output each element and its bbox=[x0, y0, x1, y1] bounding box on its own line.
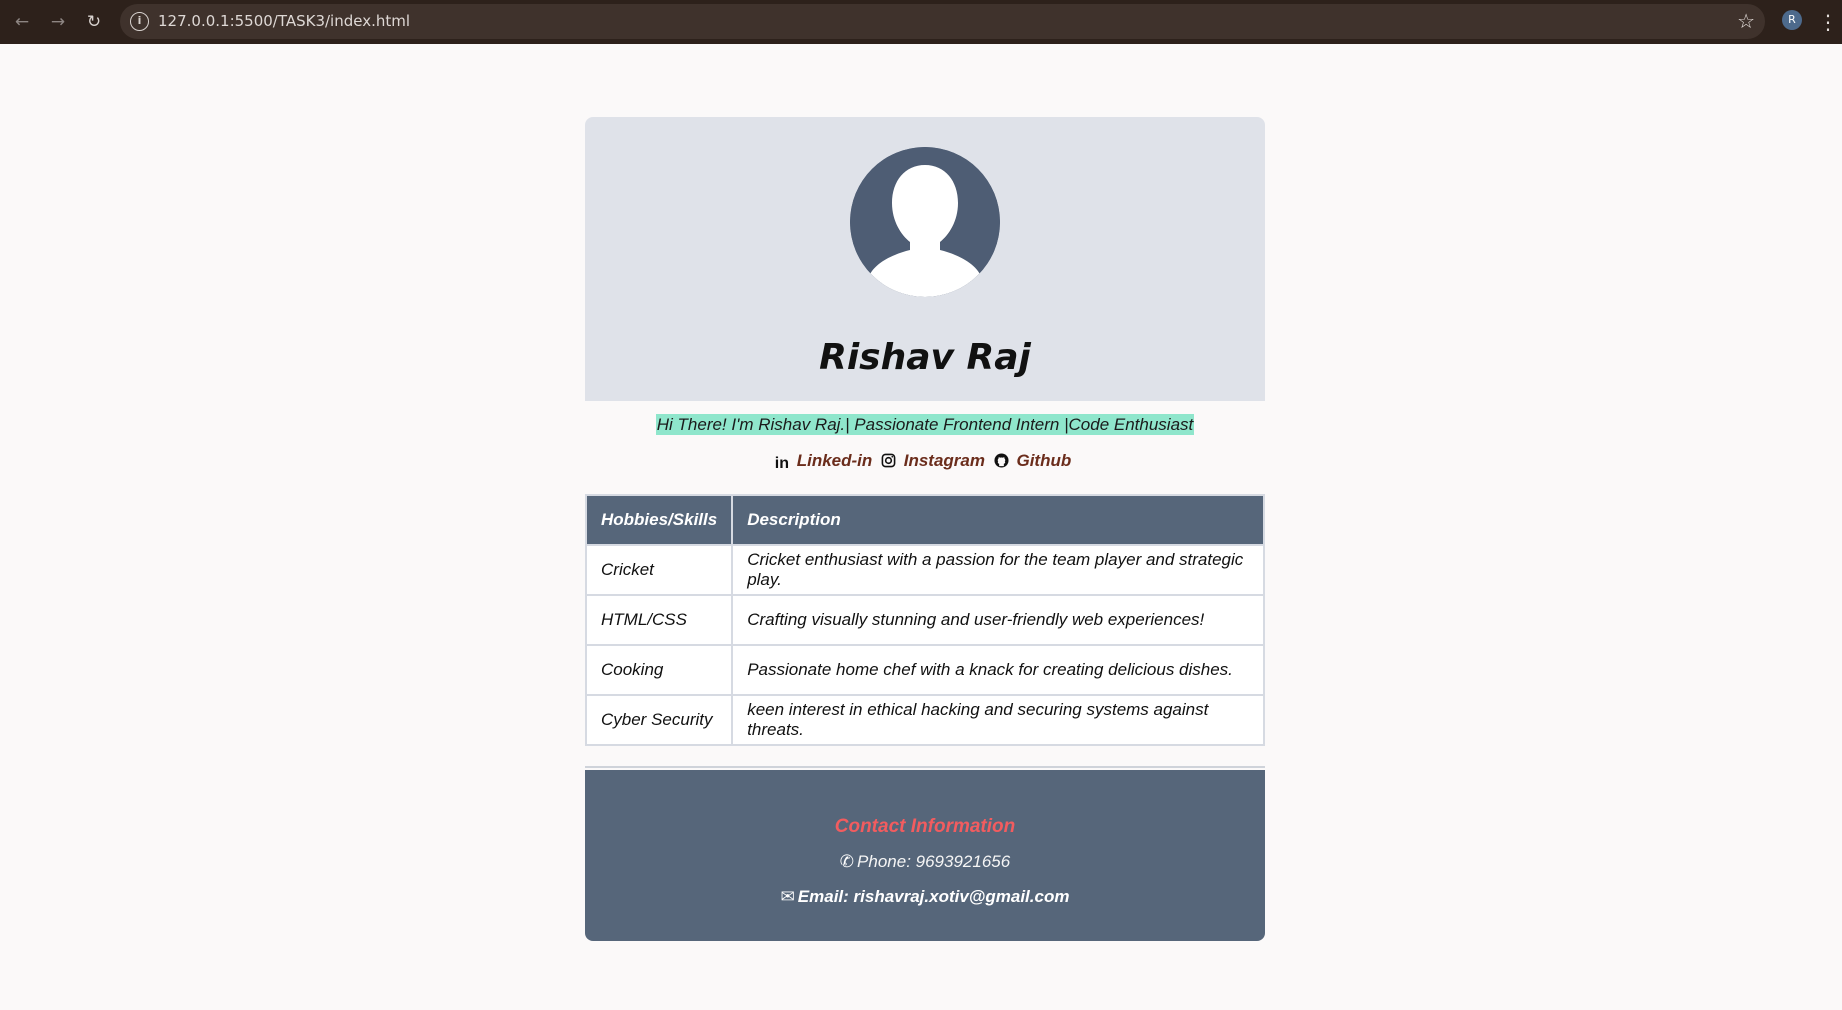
email-text: Email: rishavraj.xotiv@gmail.com bbox=[797, 887, 1070, 906]
contact-footer: Contact Information ✆ Phone: 9693921656 ✉… bbox=[585, 770, 1265, 941]
instagram-link[interactable]: Instagram bbox=[904, 451, 985, 470]
contact-title: Contact Information bbox=[834, 816, 1016, 837]
phone-line: ✆ Phone: 9693921656 bbox=[605, 852, 1245, 872]
instagram-icon bbox=[881, 453, 896, 473]
bookmark-star-icon[interactable]: ☆ bbox=[1737, 4, 1755, 39]
tagline-row: Hi There! I'm Rishav Raj.| Passionate Fr… bbox=[585, 414, 1265, 437]
column-header: Description bbox=[731, 494, 1265, 546]
browser-toolbar: ← → ↻ i 127.0.0.1:5500/TASK3/index.html … bbox=[0, 0, 1842, 44]
table-row: HTML/CSS Crafting visually stunning and … bbox=[584, 594, 1265, 646]
table-row: Cricket Cricket enthusiast with a passio… bbox=[584, 544, 1265, 596]
column-header: Hobbies/Skills bbox=[584, 494, 734, 546]
profile-name: Rishav Raj bbox=[819, 337, 1031, 378]
github-link[interactable]: Github bbox=[1016, 451, 1071, 470]
tagline: Hi There! I'm Rishav Raj.| Passionate Fr… bbox=[655, 414, 1195, 435]
description-cell: Passionate home chef with a knack for cr… bbox=[731, 644, 1265, 696]
envelope-icon: ✉ bbox=[780, 887, 795, 907]
contact-section: Contact Information ✆ Phone: 9693921656 ✉… bbox=[605, 770, 1245, 941]
table-row: Cyber Security keen interest in ethical … bbox=[584, 694, 1265, 746]
email-line: ✉ Email: rishavraj.xotiv@gmail.com bbox=[605, 887, 1245, 907]
linkedin-link[interactable]: Linked-in bbox=[797, 451, 873, 470]
description-cell: keen interest in ethical hacking and sec… bbox=[731, 694, 1265, 746]
portfolio-card: Rishav Raj Hi There! I'm Rishav Raj.| Pa… bbox=[584, 117, 1265, 941]
social-links: in Linked-in Instagram Github bbox=[585, 451, 1265, 473]
skill-cell: Cooking bbox=[584, 644, 734, 696]
divider bbox=[585, 766, 1265, 768]
table-header-row: Hobbies/Skills Description bbox=[584, 494, 1265, 546]
table-row: Cooking Passionate home chef with a knac… bbox=[584, 644, 1265, 696]
description-cell: Cricket enthusiast with a passion for th… bbox=[731, 544, 1265, 596]
profile-avatar[interactable]: R bbox=[1782, 10, 1802, 30]
phone-icon: ✆ bbox=[839, 852, 855, 872]
description-cell: Crafting visually stunning and user-frie… bbox=[731, 594, 1265, 646]
forward-icon[interactable]: → bbox=[44, 8, 72, 36]
back-icon[interactable]: ← bbox=[8, 8, 36, 36]
user-silhouette-icon bbox=[850, 147, 1000, 297]
skill-cell: HTML/CSS bbox=[584, 594, 734, 646]
skill-cell: Cyber Security bbox=[584, 694, 734, 746]
phone-text: Phone: 9693921656 bbox=[857, 852, 1011, 871]
profile-header: Rishav Raj bbox=[585, 117, 1265, 401]
github-icon bbox=[994, 453, 1009, 473]
reload-icon[interactable]: ↻ bbox=[80, 8, 108, 36]
url-text[interactable]: 127.0.0.1:5500/TASK3/index.html bbox=[158, 4, 410, 39]
linkedin-icon: in bbox=[774, 455, 789, 472]
site-info-icon[interactable]: i bbox=[130, 12, 149, 31]
skills-table: Hobbies/Skills Description Cricket Crick… bbox=[584, 494, 1265, 746]
avatar bbox=[850, 147, 1000, 297]
address-bar[interactable]: i 127.0.0.1:5500/TASK3/index.html ☆ bbox=[120, 4, 1765, 39]
kebab-menu-icon[interactable]: ⋮ bbox=[1818, 8, 1838, 36]
skill-cell: Cricket bbox=[584, 544, 734, 596]
